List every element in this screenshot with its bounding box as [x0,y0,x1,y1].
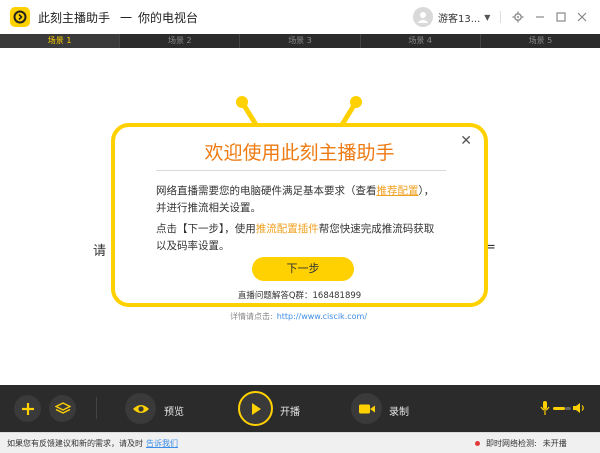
bottom-toolbar: 预览 开播 录制 [0,385,600,432]
tab-scene-3[interactable]: 场景 3 [240,34,361,48]
toolbar-divider [96,397,97,419]
dialog-paragraph-1: 网络直播需要您的电脑硬件满足基本要求（查看推荐配置）， 并进行推流相关设置。 [156,183,456,217]
minimize-icon[interactable] [532,9,548,25]
start-broadcast-label[interactable]: 开播 [280,403,300,418]
app-logo-icon [10,7,30,27]
details-line: 详情请点击: http://www.ciscik.com/ [230,311,367,322]
feedback-link[interactable]: 告诉我们 [146,439,178,448]
gear-icon[interactable] [510,9,526,25]
tab-scene-2[interactable]: 场景 2 [120,34,241,48]
preview-button[interactable] [125,393,156,424]
recommended-config-link[interactable]: 推荐配置 [377,185,419,197]
dialog-paragraph-2: 点击【下一步】，使用推流配置插件帮您快速完成推流码获取 以及码率设置。 [156,221,456,255]
title-separator: 一 [120,10,133,25]
background-text-left: 请 [93,244,107,259]
layers-button[interactable] [49,395,76,422]
record-label[interactable]: 录制 [389,403,409,418]
network-status-value: 未开播 [542,439,567,448]
app-subtitle: 你的电视台 [138,10,199,25]
title-divider [500,11,501,23]
tab-scene-4[interactable]: 场景 4 [361,34,481,48]
network-status-label: 即时网络检测: [486,439,537,448]
volume-slider-track[interactable] [565,407,571,410]
maximize-icon[interactable] [553,9,569,25]
volume-slider-fill[interactable] [553,407,565,410]
dialog-title: 欢迎使用此刻主播助手 [204,142,395,164]
p1-text: 网络直播需要您的电脑硬件满足基本要求（查看 [156,185,377,197]
p1-after: ）， [418,185,435,197]
speaker-icon[interactable] [572,400,586,416]
qq-group-text: 直播问题解答Q群：168481899 [237,291,362,301]
play-icon [251,402,261,415]
eye-icon [132,404,149,413]
microphone-icon[interactable] [538,399,552,417]
p1-line2: 并进行推流相关设置。 [156,202,261,214]
feedback-line: 如果您有反馈建议和新的需求，请及时 告诉我们 [7,438,178,449]
close-icon[interactable] [574,9,590,25]
plus-icon [21,402,34,415]
p2-after: 帮您快速完成推流码获取 [318,223,435,235]
status-bar: 如果您有反馈建议和新的需求，请及时 告诉我们 即时网络检测: 未开播 [0,432,600,453]
chevron-down-icon[interactable]: ▼ [484,13,490,22]
welcome-dialog: ✕ 欢迎使用此刻主播助手 网络直播需要您的电脑硬件满足基本要求（查看推荐配置），… [111,123,488,307]
details-link[interactable]: http://www.ciscik.com/ [277,312,367,321]
network-status-dot-icon [475,441,480,446]
video-camera-icon [358,404,375,413]
avatar[interactable] [413,7,433,27]
p2-line2: 以及码率设置。 [156,240,230,252]
scene-tabs: 场景 1 场景 2 场景 3 场景 4 场景 5 [0,34,600,48]
stream-config-plugin-link[interactable]: 推流配置插件 [256,223,319,235]
layers-icon [54,401,71,414]
preview-label[interactable]: 预览 [164,403,184,418]
dialog-divider [156,170,446,171]
network-status: 即时网络检测: 未开播 [475,438,567,449]
feedback-text: 如果您有反馈建议和新的需求，请及时 [7,439,143,448]
p2-text: 点击【下一步】，使用 [156,223,256,235]
user-menu[interactable]: 游客13... ▼ [413,7,490,27]
add-source-button[interactable] [14,395,41,422]
tab-scene-5[interactable]: 场景 5 [481,34,600,48]
next-step-button[interactable]: 下一步 [252,257,354,281]
start-broadcast-button[interactable] [238,391,273,426]
details-label: 详情请点击: [230,312,273,321]
tab-scene-1[interactable]: 场景 1 [0,34,121,48]
record-button[interactable] [351,393,382,424]
user-name[interactable]: 游客13... [438,10,480,25]
app-title: 此刻主播助手 [38,10,111,25]
